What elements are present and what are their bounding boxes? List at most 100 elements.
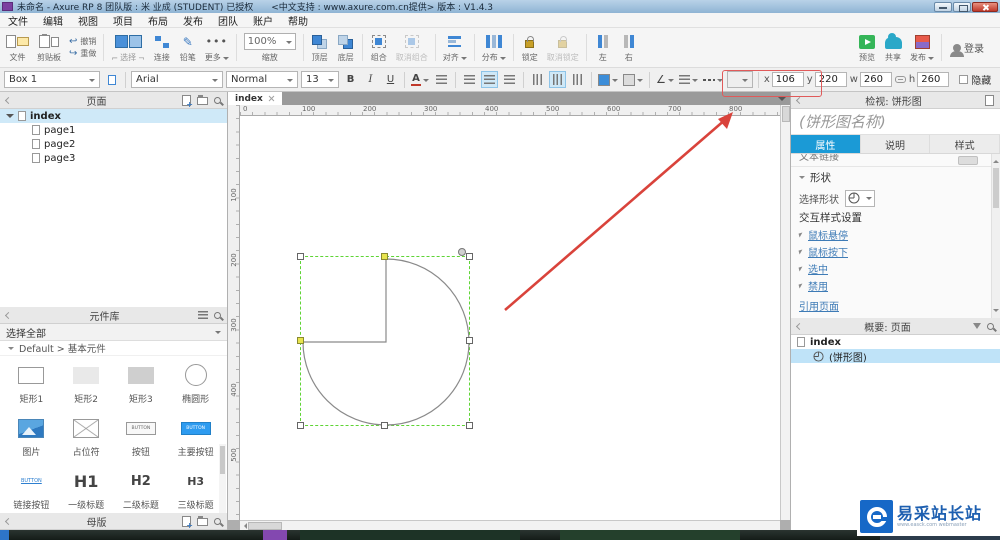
mouseover-link[interactable]: 鼠标悬停 bbox=[808, 227, 848, 242]
menu-account[interactable]: 账户 bbox=[253, 13, 273, 28]
selected-link[interactable]: 选中 bbox=[808, 261, 828, 276]
widget-placeholder[interactable]: 占位符 bbox=[59, 415, 114, 458]
widget-h3[interactable]: H3 三级标题 bbox=[168, 468, 223, 512]
line-spacing-button[interactable] bbox=[433, 71, 450, 88]
widget-section-header[interactable]: Default > 基本元件 bbox=[0, 341, 227, 356]
options-menu-icon[interactable] bbox=[198, 311, 208, 319]
lock-button[interactable]: 锁定 bbox=[517, 30, 543, 65]
x-input[interactable] bbox=[771, 72, 804, 87]
add-folder-icon[interactable] bbox=[197, 516, 208, 526]
w-input[interactable] bbox=[859, 72, 892, 87]
vertical-align-bottom-button[interactable] bbox=[569, 71, 586, 88]
menu-arrange[interactable]: 布局 bbox=[148, 13, 168, 28]
text-align-right-button[interactable] bbox=[501, 71, 518, 88]
maintain-ratio-link-icon[interactable] bbox=[894, 76, 906, 83]
font-color-button[interactable]: A bbox=[410, 71, 430, 88]
tab-notes[interactable]: 说明 bbox=[860, 135, 931, 153]
menu-view[interactable]: 视图 bbox=[78, 13, 98, 28]
pie-control-handle-top[interactable] bbox=[381, 253, 388, 260]
add-page-icon[interactable] bbox=[182, 94, 193, 109]
close-button[interactable] bbox=[972, 1, 998, 12]
shape-select[interactable] bbox=[845, 189, 875, 207]
login-button[interactable]: 登录 bbox=[945, 30, 992, 65]
align-left-button[interactable]: 左 bbox=[590, 30, 616, 65]
resize-handle-s[interactable] bbox=[381, 422, 388, 429]
maximize-button[interactable] bbox=[953, 1, 971, 12]
widget-h2[interactable]: H2 二级标题 bbox=[114, 468, 169, 512]
preview-button[interactable]: 预览 bbox=[854, 30, 880, 65]
vertical-align-middle-button[interactable] bbox=[549, 71, 566, 88]
menu-help[interactable]: 帮助 bbox=[288, 13, 308, 28]
pie-control-handle-left[interactable] bbox=[297, 337, 304, 344]
filter-funnel-icon[interactable] bbox=[973, 323, 981, 329]
publish-button[interactable]: 发布 bbox=[906, 30, 938, 65]
background-color-button[interactable] bbox=[622, 71, 644, 88]
reference-page-link[interactable]: 引用页面 bbox=[799, 302, 839, 313]
outline-item-pie[interactable]: (饼形图) bbox=[791, 349, 1000, 364]
resize-handle-sw[interactable] bbox=[297, 422, 304, 429]
canvas-vertical-scrollbar[interactable] bbox=[780, 105, 790, 520]
search-icon[interactable] bbox=[214, 517, 221, 525]
expand-caret-icon[interactable] bbox=[6, 114, 14, 122]
tab-index[interactable]: index bbox=[228, 92, 282, 105]
align-right-button[interactable]: 右 bbox=[616, 30, 642, 65]
font-family-select[interactable]: Arial bbox=[131, 71, 223, 88]
canvas-horizontal-scrollbar[interactable] bbox=[240, 520, 780, 530]
zoom-select[interactable]: 100% bbox=[243, 33, 296, 50]
share-button[interactable]: 共享 bbox=[880, 30, 906, 65]
resize-handle-se[interactable] bbox=[466, 422, 473, 429]
format-painter-button[interactable] bbox=[103, 71, 120, 88]
pen-button[interactable]: ✎ 铅笔 bbox=[175, 30, 201, 65]
italic-button[interactable]: I bbox=[362, 71, 379, 88]
widget-ellipse[interactable]: 椭圆形 bbox=[168, 362, 223, 405]
border-width-button[interactable] bbox=[678, 71, 699, 88]
align-button[interactable]: 对齐 bbox=[439, 30, 471, 65]
selection-bounding-box[interactable] bbox=[297, 253, 473, 429]
group-button[interactable]: 组合 bbox=[366, 30, 392, 65]
underline-button[interactable]: U bbox=[382, 71, 399, 88]
font-size-select[interactable]: 13 bbox=[301, 71, 339, 88]
mousedown-link[interactable]: 鼠标按下 bbox=[808, 244, 848, 259]
resize-handle-e[interactable] bbox=[466, 337, 473, 344]
more-button[interactable]: ••• 更多 bbox=[201, 30, 233, 65]
page-item-index[interactable]: index bbox=[0, 109, 227, 123]
font-weight-select[interactable]: Normal bbox=[226, 71, 298, 88]
close-tab-icon[interactable] bbox=[268, 95, 275, 102]
widget-rect1[interactable]: 矩形1 bbox=[4, 362, 59, 405]
resize-handle-nw[interactable] bbox=[297, 253, 304, 260]
menu-team[interactable]: 团队 bbox=[218, 13, 238, 28]
y-input[interactable] bbox=[814, 72, 847, 87]
search-icon[interactable] bbox=[214, 96, 221, 104]
tab-properties[interactable]: 属性 bbox=[791, 135, 861, 153]
text-align-left-button[interactable] bbox=[461, 71, 478, 88]
undo-button[interactable]: ↩ 撤销 bbox=[69, 36, 96, 47]
widget-rect2[interactable]: 矩形2 bbox=[59, 362, 114, 405]
page-item-page3[interactable]: page3 bbox=[0, 151, 227, 165]
add-master-icon[interactable] bbox=[182, 515, 193, 530]
border-style-button[interactable] bbox=[702, 71, 724, 88]
menu-publish[interactable]: 发布 bbox=[183, 13, 203, 28]
widget-button[interactable]: BUTTON 按钮 bbox=[114, 415, 169, 458]
search-icon[interactable] bbox=[214, 311, 221, 319]
search-icon[interactable] bbox=[987, 322, 994, 330]
widget-h1[interactable]: H1 一级标题 bbox=[59, 468, 114, 512]
widget-style-select[interactable]: Box 1 bbox=[4, 71, 100, 88]
menu-edit[interactable]: 编辑 bbox=[43, 13, 63, 28]
connect-button[interactable]: 连接 bbox=[149, 30, 175, 65]
widget-library-select[interactable]: 选择全部 bbox=[0, 324, 227, 341]
redo-button[interactable]: ↪ 重做 bbox=[69, 48, 96, 59]
distribute-button[interactable]: 分布 bbox=[478, 30, 510, 65]
rotate-handle[interactable] bbox=[458, 248, 466, 256]
border-color-button[interactable]: ∠ bbox=[655, 71, 675, 88]
disabled-link[interactable]: 禁用 bbox=[808, 278, 828, 293]
tab-style[interactable]: 样式 bbox=[930, 135, 1000, 153]
h-input[interactable] bbox=[917, 72, 950, 87]
select-mode-button[interactable]: ⌐ 选择 ¬ bbox=[107, 30, 148, 65]
minimize-button[interactable] bbox=[934, 1, 952, 12]
pie-shape[interactable] bbox=[301, 257, 471, 427]
widget-image[interactable]: 图片 bbox=[4, 415, 59, 458]
text-align-center-button[interactable] bbox=[481, 71, 498, 88]
fill-color-button[interactable] bbox=[597, 71, 619, 88]
file-tools-button[interactable]: 文件 bbox=[2, 30, 33, 65]
hide-checkbox[interactable] bbox=[959, 75, 969, 84]
